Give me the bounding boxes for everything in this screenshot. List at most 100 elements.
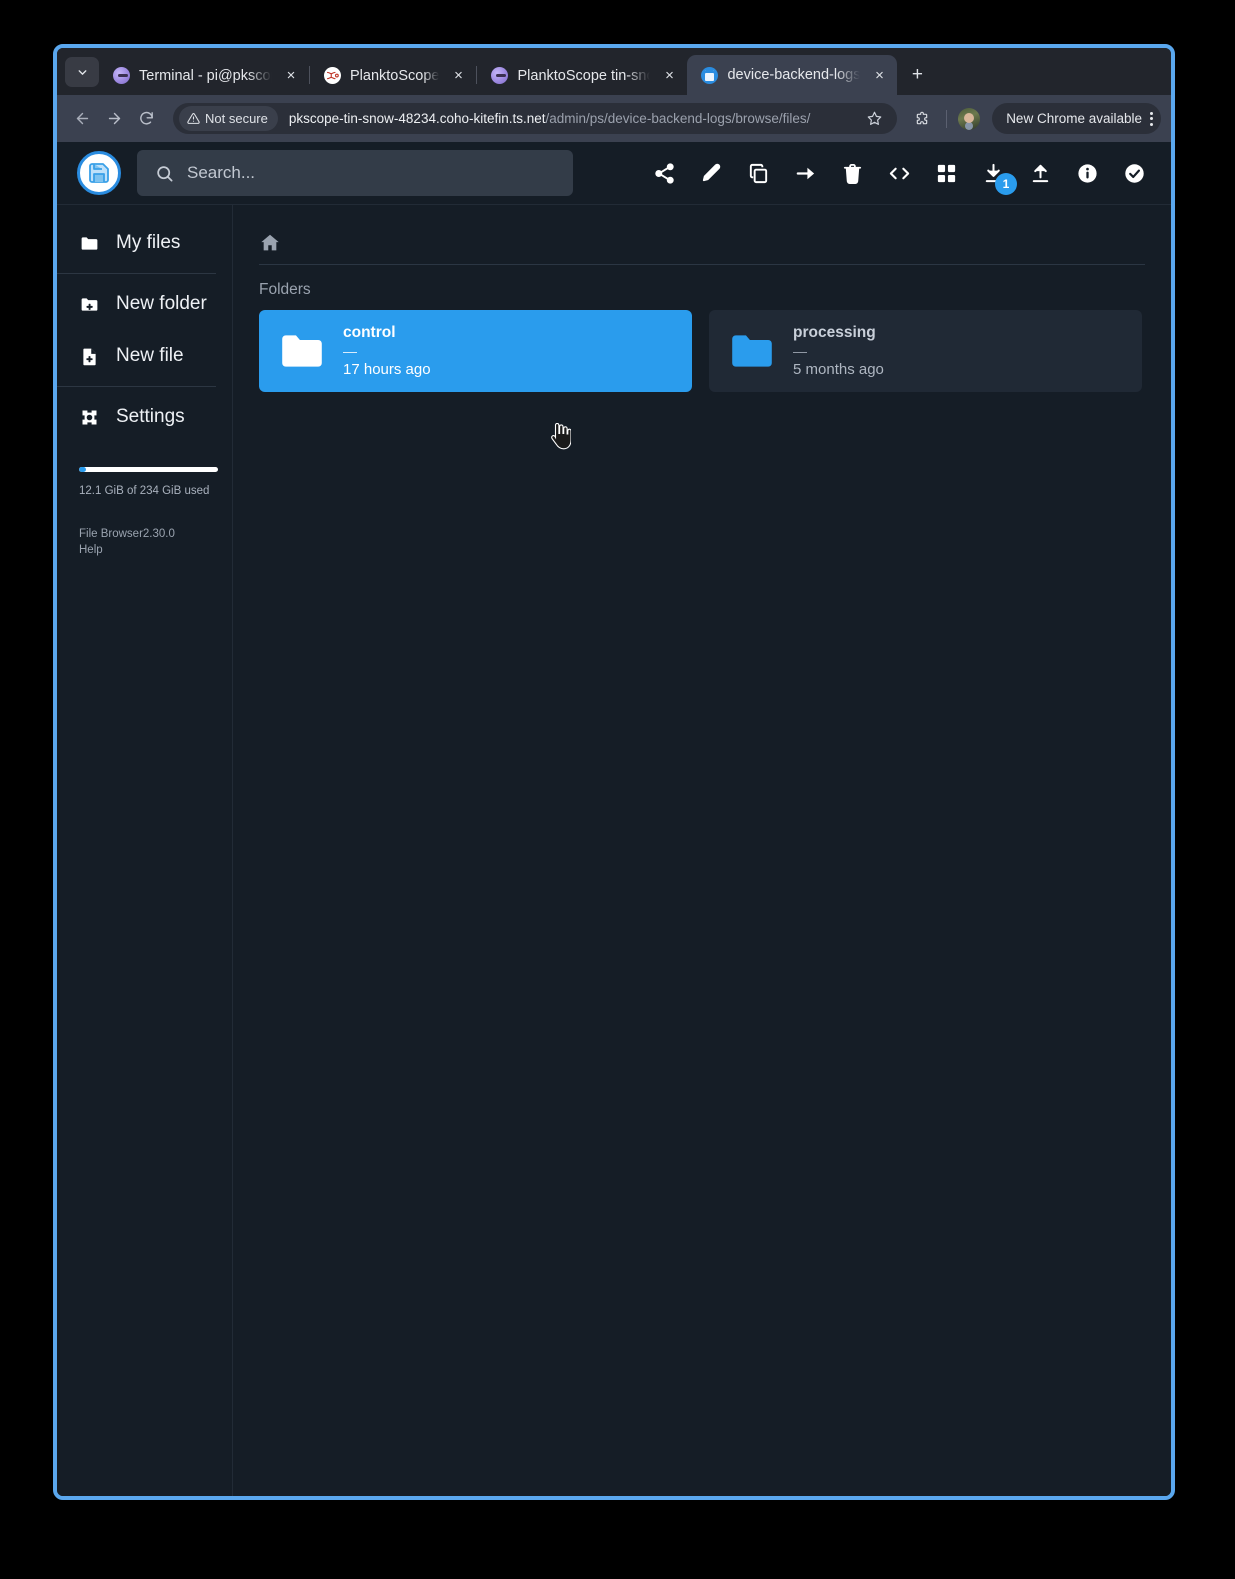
code-icon xyxy=(889,167,909,179)
folder-card-text: processing — 5 months ago xyxy=(793,324,884,379)
file-plus-icon xyxy=(83,348,97,365)
upload-button[interactable] xyxy=(1027,160,1053,186)
shell-button[interactable] xyxy=(886,160,912,186)
folder-modified: 5 months ago xyxy=(793,361,884,379)
not-secure-badge[interactable]: Not secure xyxy=(179,106,278,131)
url-path: /admin/ps/device-backend-logs/browse/fil… xyxy=(545,111,811,126)
check-circle-icon xyxy=(1124,163,1144,183)
grid-icon xyxy=(937,164,955,182)
chevron-down-icon xyxy=(78,69,86,75)
star-icon xyxy=(867,111,882,125)
chrome-update-button[interactable]: New Chrome available xyxy=(992,103,1161,134)
tab-planktoscope[interactable]: PlanktoScope × xyxy=(310,56,476,95)
download-button[interactable]: 1 xyxy=(980,160,1017,195)
app-body: My files New folder New file Settings 12… xyxy=(57,205,1171,1496)
browser-window: Terminal - pi@pkscope-ti × PlanktoScope … xyxy=(53,44,1175,1500)
folder-icon xyxy=(732,335,772,367)
back-button[interactable] xyxy=(67,104,97,134)
storage-progress-fill xyxy=(79,467,86,472)
info-icon xyxy=(1077,163,1097,183)
home-icon[interactable] xyxy=(259,232,281,254)
tab-close-button[interactable]: × xyxy=(281,66,301,86)
avatar[interactable] xyxy=(958,107,981,130)
sidebar-divider xyxy=(57,386,216,387)
tab-strip: Terminal - pi@pkscope-ti × PlanktoScope … xyxy=(57,48,1171,95)
globe-purple-icon xyxy=(491,67,509,84)
storage-usage: 12.1 GiB of 234 GiB used xyxy=(57,443,232,497)
arrow-right-icon xyxy=(108,112,120,125)
tab-device-backend-logs[interactable]: device-backend-logs - Fil × xyxy=(687,55,898,95)
tab-close-button[interactable]: × xyxy=(448,66,468,86)
arrow-left-icon xyxy=(76,112,88,125)
sidebar-divider xyxy=(57,273,216,274)
bookmark-button[interactable] xyxy=(863,111,885,126)
main-content: Folders control — 17 hours ago processin… xyxy=(233,205,1171,1496)
chrome-update-label: New Chrome available xyxy=(1006,111,1142,126)
tab-label: device-backend-logs - Fil xyxy=(727,67,861,83)
folder-card-text: control — 17 hours ago xyxy=(343,324,431,379)
folder-size: — xyxy=(793,342,807,359)
folders-section-title: Folders xyxy=(259,281,311,298)
trash-icon xyxy=(843,163,861,184)
switch-view-button[interactable] xyxy=(933,160,959,186)
select-multiple-button[interactable] xyxy=(1121,160,1147,186)
sidebar-item-label: New file xyxy=(116,345,184,366)
sidebar-item-settings[interactable]: Settings xyxy=(57,391,232,443)
copy-icon xyxy=(749,163,767,183)
puzzle-piece-icon xyxy=(916,111,928,124)
search-placeholder: Search... xyxy=(187,163,256,182)
folder-icon xyxy=(81,236,98,250)
folder-card-processing[interactable]: processing — 5 months ago xyxy=(709,310,1142,392)
tab-search-button[interactable] xyxy=(65,57,99,87)
new-tab-button[interactable]: + xyxy=(903,61,931,89)
share-icon xyxy=(654,162,674,184)
navigation-bar: Not secure pkscope-tin-snow-48234.coho-k… xyxy=(57,95,1171,142)
share-button[interactable] xyxy=(651,160,677,186)
copy-button[interactable] xyxy=(745,160,771,186)
folder-modified: 17 hours ago xyxy=(343,361,431,379)
tab-planktoscope-tin-snow[interactable]: PlanktoScope tin-snow-4 × xyxy=(477,56,687,95)
sidebar-item-label: My files xyxy=(116,232,181,253)
folder-name: processing xyxy=(793,323,876,341)
download-count-badge: 1 xyxy=(995,173,1017,195)
folders-grid: control — 17 hours ago processing — 5 mo… xyxy=(259,310,1145,392)
filebrowser-logo[interactable] xyxy=(77,151,121,195)
address-bar[interactable]: Not secure pkscope-tin-snow-48234.coho-k… xyxy=(173,103,898,134)
sidebar-item-my-files[interactable]: My files xyxy=(57,217,232,269)
delete-button[interactable] xyxy=(839,160,865,186)
pencil-icon xyxy=(702,163,720,181)
arrow-right-icon xyxy=(796,167,814,179)
url-text: pkscope-tin-snow-48234.coho-kitefin.ts.n… xyxy=(289,111,861,126)
reload-button[interactable] xyxy=(131,104,161,134)
extensions-button[interactable] xyxy=(909,106,935,132)
info-button[interactable] xyxy=(1074,160,1100,186)
warning-triangle-icon xyxy=(187,113,200,124)
search-icon xyxy=(157,165,173,181)
tab-terminal[interactable]: Terminal - pi@pkscope-ti × xyxy=(99,56,309,95)
move-button[interactable] xyxy=(792,160,818,186)
folder-card-control[interactable]: control — 17 hours ago xyxy=(259,310,692,392)
version-label: File Browser2.30.0 xyxy=(79,528,175,540)
folder-name: control xyxy=(343,323,396,341)
chrome-menu-icon[interactable] xyxy=(1150,111,1153,126)
tab-label: Terminal - pi@pkscope-ti xyxy=(139,67,272,84)
folder-size: — xyxy=(343,342,357,359)
tab-label: PlanktoScope xyxy=(350,67,440,84)
breadcrumb xyxy=(259,221,1145,265)
url-host: pkscope-tin-snow-48234.coho-kitefin.ts.n… xyxy=(288,111,546,126)
globe-purple-icon xyxy=(113,67,130,84)
tab-close-button[interactable]: × xyxy=(659,66,679,86)
help-link[interactable]: Help xyxy=(79,543,218,559)
tab-close-button[interactable]: × xyxy=(869,65,889,85)
tab-label: PlanktoScope tin-snow-4 xyxy=(517,67,650,84)
search-input[interactable]: Search... xyxy=(137,150,573,196)
sidebar-item-new-file[interactable]: New file xyxy=(57,330,232,382)
folder-icon xyxy=(282,335,322,367)
forward-button[interactable] xyxy=(99,104,129,134)
folder-plus-icon xyxy=(81,297,98,311)
sidebar-item-new-folder[interactable]: New folder xyxy=(57,278,232,330)
rename-button[interactable] xyxy=(698,160,724,186)
planktoscope-icon xyxy=(324,67,341,84)
app-header: Search... 1 xyxy=(57,142,1171,205)
reload-icon xyxy=(139,111,153,125)
